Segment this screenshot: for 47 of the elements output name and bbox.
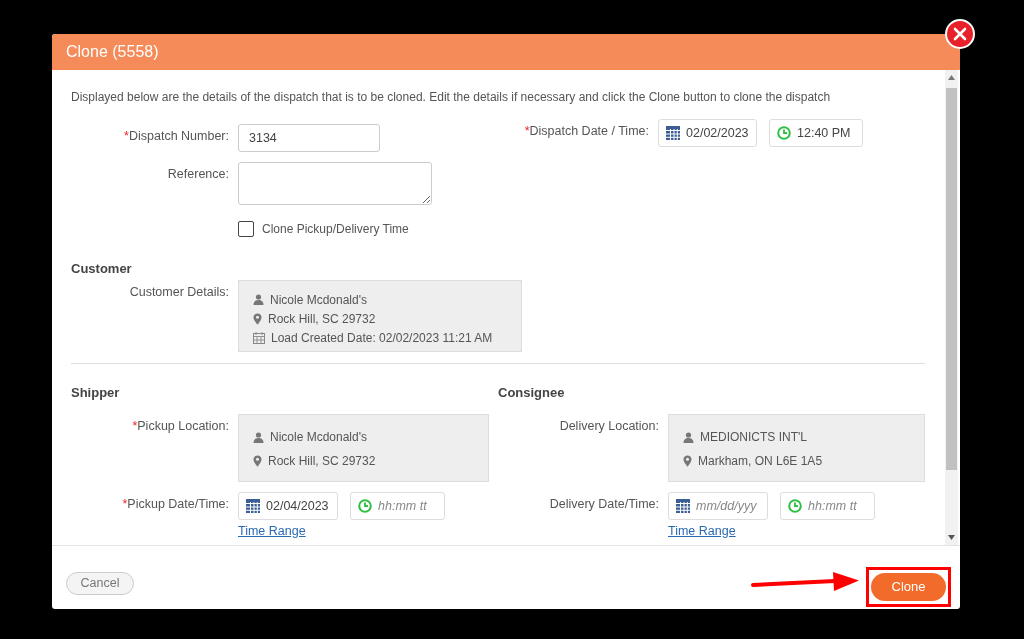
time-field[interactable]: hh:mm tt bbox=[350, 492, 445, 520]
field-label: *Dispatch Date / Time: bbox=[523, 123, 649, 138]
close-button[interactable] bbox=[945, 19, 975, 49]
time-field[interactable]: 12:40 PM bbox=[769, 119, 863, 147]
field-label: Delivery Date/Time: bbox=[548, 496, 659, 511]
date-field[interactable]: 02/04/2023 bbox=[238, 492, 338, 520]
person-icon bbox=[253, 294, 264, 305]
map-pin-icon bbox=[253, 455, 262, 467]
field-label: Reference: bbox=[166, 166, 229, 181]
field-label: *Pickup Date/Time: bbox=[121, 496, 229, 511]
detail-text: Nicole Mcdonald's bbox=[270, 430, 367, 444]
dispatch-number-field[interactable]: 3134 bbox=[238, 124, 380, 152]
checkbox[interactable] bbox=[238, 221, 254, 237]
section-heading: Customer bbox=[71, 261, 133, 276]
map-pin-icon bbox=[683, 455, 692, 467]
time-range-link[interactable]: Time Range bbox=[238, 524, 306, 538]
scrollbar-thumb[interactable] bbox=[946, 88, 957, 470]
person-icon bbox=[683, 431, 694, 443]
map-pin-icon bbox=[253, 312, 262, 325]
scrollbar[interactable] bbox=[945, 70, 958, 545]
field-label: Delivery Location: bbox=[558, 418, 659, 433]
detail-text: Load Created Date: 02/02/2023 11:21 AM bbox=[271, 330, 493, 345]
time-field[interactable]: hh:mm tt bbox=[780, 492, 875, 520]
reference-field[interactable] bbox=[238, 162, 432, 205]
scroll-up-icon[interactable] bbox=[948, 75, 955, 80]
arrow-icon bbox=[751, 570, 861, 593]
field-label: Customer Details: bbox=[128, 284, 229, 299]
field-label: *Dispatch Number: bbox=[123, 128, 229, 143]
field-label: *Pickup Location: bbox=[131, 418, 229, 433]
person-icon bbox=[253, 431, 264, 443]
cancel-button[interactable]: Cancel bbox=[66, 571, 134, 595]
calendar-icon bbox=[253, 331, 265, 344]
detail-text: MEDIONICTS INT'L bbox=[700, 430, 807, 444]
detail-text: Rock Hill, SC 29732 bbox=[268, 311, 376, 326]
date-field[interactable]: mm/dd/yyy bbox=[668, 492, 768, 520]
time-range-link[interactable]: Time Range bbox=[668, 524, 736, 538]
section-heading: Consignee bbox=[498, 385, 566, 400]
detail-text: Rock Hill, SC 29732 bbox=[268, 454, 376, 468]
detail-text: Markham, ON L6E 1A5 bbox=[698, 454, 823, 468]
intro-text: Displayed below are the details of the dispatch that is to be cloned. Edit the details if necessary and click the Clone button to clone the dispatch bbox=[71, 90, 832, 104]
dialog-title: Clone (5558) bbox=[66, 43, 159, 61]
date-field[interactable]: 02/02/2023 bbox=[658, 119, 757, 147]
checkbox-label: Clone Pickup/Delivery Time bbox=[262, 222, 409, 236]
section-heading: Shipper bbox=[71, 385, 121, 400]
detail-text: Nicole Mcdonald's bbox=[270, 292, 367, 307]
close-icon bbox=[953, 27, 967, 41]
scroll-down-icon[interactable] bbox=[948, 535, 955, 540]
